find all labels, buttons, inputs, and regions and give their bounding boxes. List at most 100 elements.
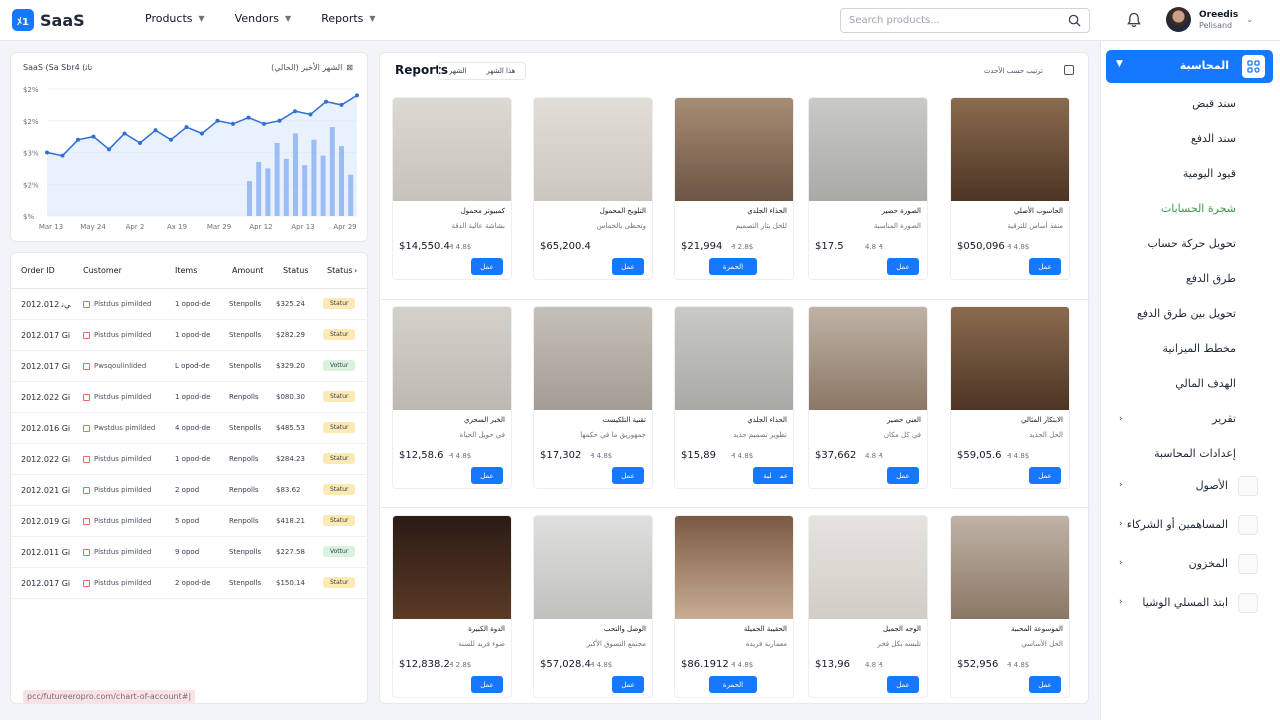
sidebar-subitem[interactable]: ﺷﺠﺮة اﻟﺤﺴﺎﺑﺎت xyxy=(1161,202,1236,215)
orders-table-header: Order ID Customer Items Amount Status St… xyxy=(11,253,369,289)
product-action-button[interactable]: ﻋﻤﻞ xyxy=(1029,258,1061,275)
table-row[interactable]: 2012.011 Gi Pistdus pimilded 9 opod Stenpol… xyxy=(11,537,369,568)
table-row[interactable]: 2012.017 Gi Pwsqoulinlided L opod-de Stenpo… xyxy=(11,351,369,382)
table-row[interactable]: 2012.012 ﻲﻧ Pistdus pimilded 1 opod-de Sten… xyxy=(11,289,369,320)
col-customer[interactable]: Customer xyxy=(83,266,122,275)
sidebar-subitem[interactable]: إﻋﺪادات اﻟﻤﺤﺎﺳﺒﺔ xyxy=(1154,447,1236,460)
sort-dropdown[interactable]: ﺗﺮﺗﻴﺐ ﺣﺴﺐ اﻷﺣﺪث xyxy=(984,67,1043,75)
product-action-button[interactable]: ﻋﻤﻞ xyxy=(471,467,503,484)
user-menu[interactable]: Oreedis Pelisand ⌄ xyxy=(1166,7,1253,32)
col-status[interactable]: Status xyxy=(283,266,309,275)
sidebar-subitem[interactable]: ﺗﻘﺮﻳﺮ xyxy=(1212,412,1236,425)
product-image[interactable] xyxy=(951,516,1069,619)
col-items[interactable]: Items xyxy=(175,266,197,275)
sidebar-subitem[interactable]: ﺗﺤﻮﻳﻞ ﺑﻴﻦ ﻃﺮق اﻟﺪﻓﻊ xyxy=(1137,307,1236,320)
product-image[interactable] xyxy=(951,307,1069,410)
product-action-button[interactable]: ﻋﻤﻞ xyxy=(612,467,644,484)
product-desc: ﺗﻠﺒﺴﻪ ﺑﻜﻞ ﻓﺨﺮ xyxy=(877,640,921,648)
app-logo[interactable]: ﾒ1 SaaS xyxy=(12,9,85,31)
product-card[interactable]: اﻟﺤﺎﺳﻮب اﻷﺻﻠﻲ ﻣﻨﻔﺬ أﺳﺎس ﻟﻠﺘﺮﻗﻴﺔ $050,096 ₰ … xyxy=(950,97,1070,280)
chevron-right-icon[interactable]: › xyxy=(354,266,357,275)
search-icon[interactable] xyxy=(1068,14,1081,27)
nav-products[interactable]: Products ▼ xyxy=(145,12,205,25)
sidebar-subitem[interactable]: اﻟﻬﺪف اﻟﻤﺎﻟﻲ xyxy=(1175,377,1236,390)
product-image[interactable] xyxy=(675,307,793,410)
product-image[interactable] xyxy=(534,516,652,619)
product-image[interactable] xyxy=(675,98,793,201)
product-image[interactable] xyxy=(809,98,927,201)
sidebar-subitem[interactable]: ﺳﻨﺪ ﻗﺒﺾ xyxy=(1192,97,1236,110)
product-image[interactable] xyxy=(393,98,511,201)
filter-month[interactable]: اﻟﺸﻬﺮ xyxy=(439,63,476,79)
product-action-button[interactable]: ﻋﻤﻞ xyxy=(887,258,919,275)
product-card[interactable]: ﺗﻘﻨﻴﺔ اﻟﺘﻠﻜﻴﺴﺖ ﺟﻤﻬﻮرﻳﻖ ﻣﺎ ﻓﻲ ﺣﻜﻤﻬﺎ $17,302… xyxy=(533,306,653,489)
product-action-button[interactable]: ﻋﻤﻞ xyxy=(471,258,503,275)
col-order-id[interactable]: Order ID xyxy=(21,266,55,275)
product-card[interactable]: اﻟﺤﻘﻴﺒﺔ اﻟﺠﻤﻴﻠﺔ ﻣﻌﻤﺎرﻳﺔ ﻓﺮﻳﺪة $86.1912 ₰ 4.… xyxy=(674,515,794,698)
product-card[interactable]: اﻟﺤﺬاء اﻟﺠﻠﺪي ﺗﻄﻮﻳﺮ ﺗﺼﻤﻴﻢ ﺟﺪﻳﺪ $15,89 ₰ 4.8… xyxy=(674,306,794,489)
product-card[interactable]: ﻛﻤﺒﻴﻮﺗﺮ ﻣﺤﻤﻮل ﺑﺸﺎﺷﺔ ﻋﺎﻟﻴﺔ اﻟﺪﻗﺔ $14,550.4 ₰… xyxy=(392,97,512,280)
product-image[interactable] xyxy=(534,307,652,410)
search-input[interactable] xyxy=(849,15,1068,26)
product-card[interactable]: اﻟﺨﺒﺮ اﻟﺴﺤﺮي ﻓﻲ ﺣﻮﻳﻞ اﻟﺤﻴﺎة $12,58.6 ₰ 4.8$… xyxy=(392,306,512,489)
search-box[interactable] xyxy=(840,8,1090,33)
product-action-button[interactable]: ﻋﻤﻞ xyxy=(1029,676,1061,693)
amount-cell: $325.24 xyxy=(276,300,305,308)
product-image[interactable] xyxy=(809,516,927,619)
product-card[interactable]: اﻟﻮﺻﻞ واﻟﺘﺤﺐ ﻣﺠﺘﻤﻊ اﻟﺘﺴﻮق اﻷﻛﺒﺮ $57,028.4 ₰… xyxy=(533,515,653,698)
product-card[interactable]: اﻟﺪوة اﻟﻜﺒﻴﺮة ﺿﻮء ﻓﺮﻳﺪ ﻟﻠﺴﻨﺔ $12,838.2 ₰ 2.… xyxy=(392,515,512,698)
product-image[interactable] xyxy=(675,516,793,619)
sidebar-subitem[interactable]: ﻃﺮق اﻟﺪﻓﻊ xyxy=(1186,272,1236,285)
table-row[interactable]: 2012.019 Gi Pistdus pimilded 5 opod Renpoll… xyxy=(11,506,369,537)
product-card[interactable]: اﻟﺤﺬاء اﻟﺠﻠﺪي ﻟﻠﺤﻞ ﺑﺘﺎر اﻟﺘﺼﻤﻴﻢ $21,994 ₰ 2… xyxy=(674,97,794,280)
product-card[interactable]: اﻟﺘﻠﻮﻳﺢ اﻟﻤﺤﻤﻮل وﺗﺤﻈﻰ ﺑﺎﻟﺤﻤﺎس $65,200.4 ﻋﻤﻞ xyxy=(533,97,653,280)
product-card[interactable]: اﻟﻮﺟﻪ اﻟﺠﻤﻴﻞ ﺗﻠﺒﺴﻪ ﺑﻜﻞ ﻓﺨﺮ $13,96 4.8 ₰ ﻋﻤﻞ xyxy=(808,515,928,698)
table-row[interactable]: 2012.017 Gi Pistdus pimilded 1 opod-de Sten… xyxy=(11,320,369,351)
nav-vendors[interactable]: Vendors ▼ xyxy=(235,12,292,25)
table-row[interactable]: 2012.022 Gi Pistdus pimilded 1 opod-de Renp… xyxy=(11,444,369,475)
table-row[interactable]: 2012.021 Gi Pistdus pimilded 2 opod Renpoll… xyxy=(11,475,369,506)
calendar-icon[interactable] xyxy=(1064,65,1074,75)
sidebar-subitem[interactable]: ﺳﻨﺪ اﻟﺪﻓﻊ xyxy=(1191,132,1236,145)
product-card[interactable]: اﻟﺼﻮرة ﺣﻀﻴﺮ اﻟﺼﻮرة اﻟﻤﻨﺎﺳﺒﺔ $17.5 4.8 ₰ ﻋﻤﻞ xyxy=(808,97,928,280)
product-image[interactable] xyxy=(951,98,1069,201)
table-row[interactable]: 2012.022 Gi Pistdus pimilded 1 opod-de Renp… xyxy=(11,382,369,413)
sidebar-item-accounting[interactable]: ▼ اﻟﻤﺤﺎﺳﺒﺔ xyxy=(1106,50,1273,83)
col-amount[interactable]: Amount xyxy=(232,266,263,275)
nav-reports[interactable]: Reports ▼ xyxy=(321,12,375,25)
product-price: $65,200.4 xyxy=(540,241,591,252)
product-card[interactable]: اﻟﻌﻨﻲ ﺣﻀﻴﺮ ﻓﻲ ﻛﻞ ﻣﻜﺎن $37,662 4.8 ₰ ﻋﻤﻞ xyxy=(808,306,928,489)
col-status-2[interactable]: Status xyxy=(327,266,353,275)
product-action-button[interactable]: ﻋﻤﻞ xyxy=(887,467,919,484)
product-action-button[interactable]: اﻟﺤﻤﺮة xyxy=(709,676,757,693)
product-action-button[interactable]: ﻋﻤﻞ xyxy=(1029,467,1061,484)
filter-this-month[interactable]: ﻫﺬا اﻟﺸﻬﺮ xyxy=(476,63,525,79)
amount-cell: $329.20 xyxy=(276,362,305,370)
sidebar-subitem[interactable]: ﻗﻴﻮد اﻟﻴﻮﻣﻴﺔ xyxy=(1183,167,1236,180)
method-cell: Stenpolls xyxy=(229,362,262,370)
sidebar-subitem[interactable]: ﻣﺨﻄﻂ اﻟﻤﻴﺰاﻧﻴﺔ xyxy=(1163,342,1236,355)
product-card[interactable]: اﻟﻤﻮﺳﻮﻋﺔ اﻟﻤﺤﺒﺒﺔ اﻟﺤﻞ اﻷﺳﺎﺳﻲ $52,956 ₰ 4.8$… xyxy=(950,515,1070,698)
product-action-button[interactable]: ﻋﻤﻞ xyxy=(612,676,644,693)
product-action-button[interactable]: ﻋﻤﻞ xyxy=(612,258,644,275)
table-row[interactable]: 2012.016 Gi Pwstdus pimilded 4 opod-de Sten… xyxy=(11,413,369,444)
product-image[interactable] xyxy=(534,98,652,201)
product-name: اﻟﺤﺎﺳﻮب اﻷﺻﻠﻲ xyxy=(1013,207,1063,215)
chevron-right-icon[interactable]: › xyxy=(1119,414,1123,424)
product-action-button[interactable]: اﻟﺤﻤﺮة xyxy=(709,258,757,275)
product-desc: ﺟﻤﻬﻮرﻳﻖ ﻣﺎ ﻓﻲ ﺣﻜﻤﻬﺎ xyxy=(580,431,646,439)
sidebar-subitem[interactable]: ﺗﺤﻮﻳﻞ ﺣﺮﻛﺔ ﺣﺴﺎب xyxy=(1147,237,1236,250)
product-action-button[interactable]: ﻋﻤﻞ xyxy=(887,676,919,693)
y-tick-label: $3% xyxy=(23,150,39,158)
product-image[interactable] xyxy=(809,307,927,410)
product-card[interactable]: اﻻﺑﺘﻜﺎر اﻟﻤﺜﺎﻟﻲ اﻟﺤﻞ اﻟﺠﺪﻳﺪ $59,05.6 ₰ 4.8$… xyxy=(950,306,1070,489)
table-row[interactable]: 2012.017 Gi Pistdus pimilded 2 opod-de Sten… xyxy=(11,568,369,599)
customer-cell: Pistdus pimilded xyxy=(83,331,151,339)
product-image[interactable] xyxy=(393,307,511,410)
product-image[interactable] xyxy=(393,516,511,619)
product-secondary-button[interactable]: ﻋﻤ xyxy=(771,467,793,484)
bell-icon[interactable] xyxy=(1126,12,1142,28)
product-action-button[interactable]: ﻋﻤﻞ xyxy=(471,676,503,693)
chevron-down-icon: ▼ xyxy=(1116,59,1123,69)
status-badge: Statur xyxy=(323,484,356,495)
